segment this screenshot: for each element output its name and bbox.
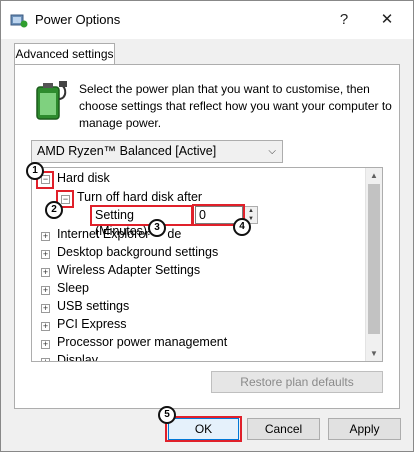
step-marker-4: 4 xyxy=(233,218,251,236)
expand-icon[interactable]: + xyxy=(41,340,50,349)
collapse-icon[interactable]: − xyxy=(41,175,50,184)
expand-icon[interactable]: + xyxy=(41,358,50,361)
step-marker-5: 5 xyxy=(158,406,176,424)
title-bar: Power Options ? ✕ xyxy=(1,1,413,39)
window-title: Power Options xyxy=(35,12,121,27)
restore-plan-defaults-button[interactable]: Restore plan defaults xyxy=(211,371,383,393)
power-plan-select[interactable]: AMD Ryzen™ Balanced [Active] ⌵ xyxy=(31,140,283,163)
setting-minutes-label: Setting (Minutes): xyxy=(95,208,151,238)
tab-advanced-settings[interactable]: Advanced settings xyxy=(14,43,115,65)
tree-item-pci-express[interactable]: PCI Express xyxy=(57,317,126,331)
step-marker-2: 2 xyxy=(45,201,63,219)
tree-item-usb-settings[interactable]: USB settings xyxy=(57,299,129,313)
expand-icon[interactable]: + xyxy=(41,250,50,259)
tree-scrollbar[interactable]: ▲ ▼ xyxy=(365,168,382,361)
tree-item-turn-off-hard-disk[interactable]: Turn off hard disk after xyxy=(77,190,202,204)
battery-plug-icon xyxy=(31,79,71,123)
apply-button[interactable]: Apply xyxy=(328,418,401,440)
cancel-button[interactable]: Cancel xyxy=(247,418,320,440)
power-options-icon xyxy=(10,12,28,28)
help-button[interactable]: ? xyxy=(324,5,364,35)
tree-item-processor-power[interactable]: Processor power management xyxy=(57,335,227,349)
step-marker-1: 1 xyxy=(26,162,44,180)
chevron-down-icon: ⌵ xyxy=(268,146,276,157)
spin-up-icon[interactable]: ▲ xyxy=(245,207,257,215)
power-plan-value: AMD Ryzen™ Balanced [Active] xyxy=(37,144,217,158)
tree-item-desktop-background[interactable]: Desktop background settings xyxy=(57,245,218,259)
tree-item-sleep[interactable]: Sleep xyxy=(57,281,89,295)
tree-item-display[interactable]: Display xyxy=(57,353,98,361)
expand-icon[interactable]: + xyxy=(41,286,50,295)
expand-icon[interactable]: + xyxy=(41,232,50,241)
tree-item-wireless-adapter[interactable]: Wireless Adapter Settings xyxy=(57,263,200,277)
scroll-up-icon[interactable]: ▲ xyxy=(366,168,382,183)
expand-icon[interactable]: + xyxy=(41,268,50,277)
power-options-window: Power Options ? ✕ Advanced settings Sele… xyxy=(0,0,414,452)
plan-description: Select the power plan that you want to c… xyxy=(79,82,392,130)
expand-icon[interactable]: + xyxy=(41,304,50,313)
step-marker-3: 3 xyxy=(148,219,166,237)
ok-button[interactable]: OK xyxy=(168,418,239,440)
tree-item-label-suffix: de xyxy=(167,227,182,241)
collapse-icon[interactable]: − xyxy=(61,195,70,204)
scroll-thumb[interactable] xyxy=(368,184,380,334)
settings-tree: − Hard disk − Turn off hard disk after +… xyxy=(31,167,383,362)
expand-icon[interactable]: + xyxy=(41,322,50,331)
close-button[interactable]: ✕ xyxy=(367,5,407,35)
scroll-down-icon[interactable]: ▼ xyxy=(366,346,382,361)
tree-item-hard-disk[interactable]: Hard disk xyxy=(57,171,110,185)
